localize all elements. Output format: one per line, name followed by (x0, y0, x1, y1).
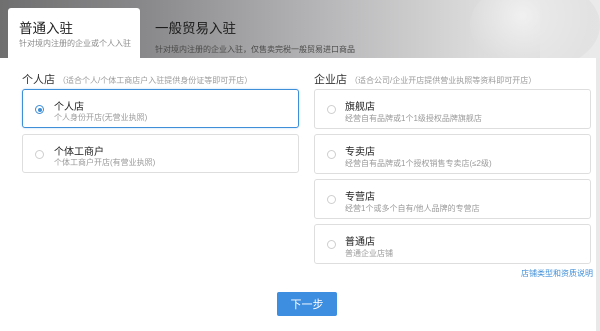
tab-title: 一般贸易入驻 (155, 21, 236, 36)
option-description: 经营1个或多个自有/他人品牌的专营店 (345, 204, 480, 213)
store-type-option-franchise[interactable]: 专卖店 经营自有品牌或1个授权销售专卖店(≤2级) (314, 134, 591, 174)
option-name: 普通店 (345, 237, 375, 248)
section-hint: （适合公司/企业开店提供营业执照等资料即可开店） (350, 76, 537, 85)
option-description: 普通企业店铺 (345, 249, 393, 258)
option-description: 经营自有品牌或1个授权销售专卖店(≤2级) (345, 159, 492, 168)
option-name: 个体工商户 (54, 147, 104, 158)
radio-button[interactable] (327, 105, 336, 114)
radio-button[interactable] (35, 150, 44, 159)
tab-title: 普通入驻 (19, 21, 73, 36)
scrollbar-track[interactable] (596, 58, 600, 331)
section-label: 个人店 (22, 74, 55, 86)
personal-section-title: 个人店 （适合个人/个体工商店户入驻提供身份证等即可开店） (22, 71, 252, 87)
enterprise-section-title: 企业店 （适合公司/企业开店提供营业执照等资料即可开店） (314, 71, 536, 87)
radio-button[interactable] (327, 150, 336, 159)
section-label: 企业店 (314, 74, 347, 86)
option-description: 个人身份开店(无营业执照) (54, 113, 148, 122)
tab-subtitle: 针对境内注册的企业或个人入驻 (19, 39, 131, 48)
store-type-option-specialty[interactable]: 专营店 经营1个或多个自有/他人品牌的专营店 (314, 179, 591, 219)
option-name: 专营店 (345, 192, 375, 203)
option-description: 经营自有品牌或1个1级授权品牌旗舰店 (345, 114, 482, 123)
next-step-button[interactable]: 下一步 (277, 292, 337, 316)
option-name: 专卖店 (345, 147, 375, 158)
banner-decoration (540, 0, 600, 58)
store-type-option-regular[interactable]: 普通店 普通企业店铺 (314, 224, 591, 264)
option-description: 个体工商户开店(有营业执照) (54, 158, 156, 167)
radio-button[interactable] (327, 195, 336, 204)
tab-general-trade-entry[interactable]: 一般贸易入驻 针对境内注册的企业入驻，仅售卖完税一般贸易进口商品 (155, 17, 355, 55)
option-name: 个人店 (54, 102, 84, 113)
tab-subtitle: 针对境内注册的企业入驻，仅售卖完税一般贸易进口商品 (155, 45, 355, 54)
tab-regular-entry[interactable]: 普通入驻 针对境内注册的企业或个人入驻 (8, 8, 140, 58)
store-type-option-flagship[interactable]: 旗舰店 经营自有品牌或1个1级授权品牌旗舰店 (314, 89, 591, 129)
radio-button[interactable] (35, 105, 44, 114)
store-type-option-individual-business[interactable]: 个体工商户 个体工商户开店(有营业执照) (22, 134, 299, 173)
radio-button[interactable] (327, 240, 336, 249)
store-type-option-personal[interactable]: 个人店 个人身份开店(无营业执照) (22, 89, 299, 128)
store-type-help-link[interactable]: 店铺类型和资质说明 (521, 268, 593, 279)
section-hint: （适合个人/个体工商店户入驻提供身份证等即可开店） (58, 76, 253, 85)
option-name: 旗舰店 (345, 102, 375, 113)
